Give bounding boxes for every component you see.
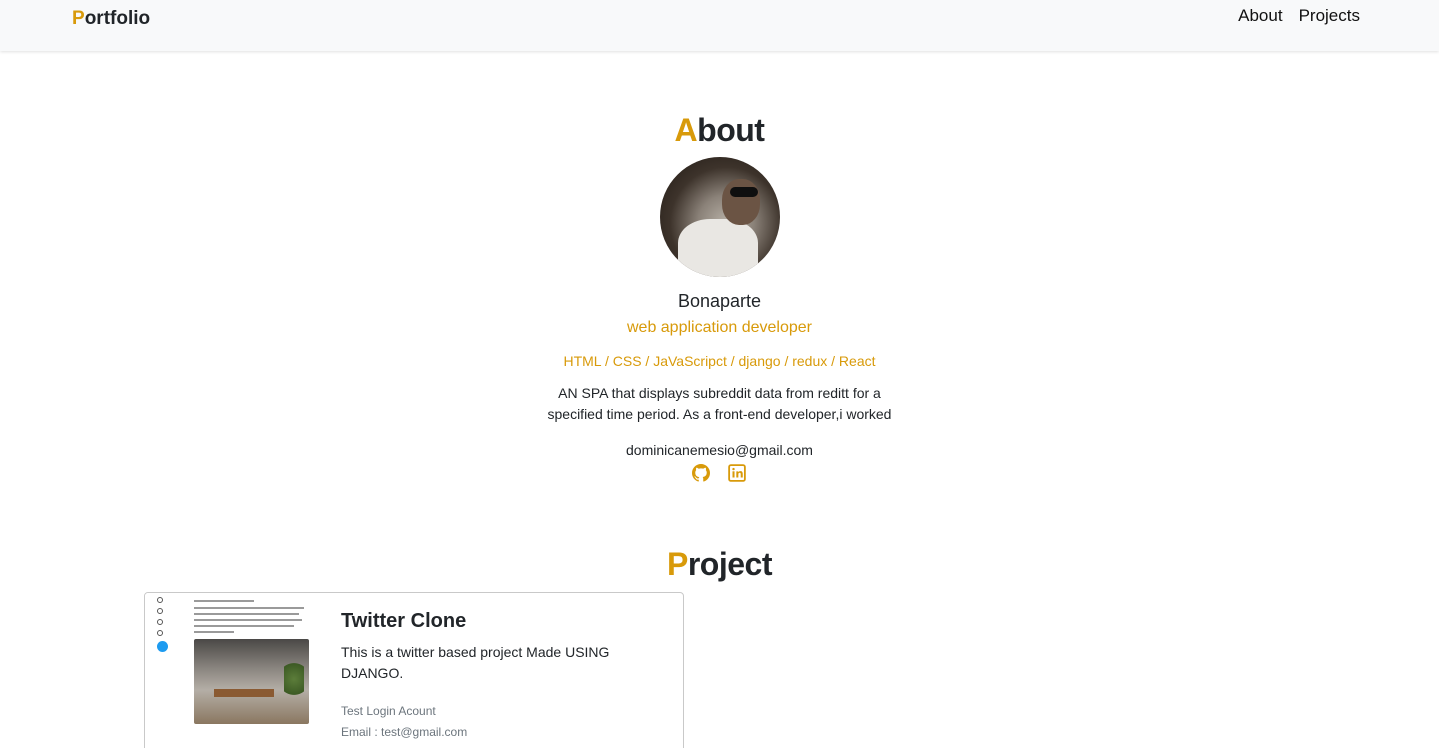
screenshot-profile-icon (157, 630, 163, 636)
screenshot-bell-icon (157, 619, 163, 625)
screenshot-text-line (194, 631, 234, 633)
brand-text: ortfolio (84, 8, 151, 29)
nav-link-projects[interactable]: Projects (1299, 6, 1360, 26)
screenshot-tweet-icon (157, 641, 168, 652)
screenshot-text-line (194, 625, 294, 627)
avatar-head (722, 179, 760, 225)
screenshot-photo (194, 639, 309, 724)
linkedin-link[interactable] (728, 464, 746, 482)
profile-description: AN SPA that displays subreddit data from… (547, 385, 892, 422)
about-heading: About (0, 112, 1439, 149)
project-screenshot (145, 593, 325, 748)
screenshot-home-icon (157, 597, 163, 603)
nav-links: About Projects (1238, 6, 1360, 26)
navbar: Portfolio About Projects (0, 0, 1439, 51)
screenshot-plant (284, 659, 304, 699)
profile-email: dominicanemesio@gmail.com (626, 442, 813, 458)
about-heading-initial: A (674, 112, 698, 148)
nav-link-about[interactable]: About (1238, 6, 1282, 26)
project-login-email: Email : test@gmail.com (341, 725, 468, 739)
profile-role: web application developer (626, 319, 812, 336)
screenshot-table (214, 689, 274, 697)
github-icon (692, 464, 710, 482)
avatar-sunglasses (730, 187, 758, 197)
project-description: This is a twitter based project Made USI… (341, 644, 610, 681)
avatar (660, 157, 780, 277)
projects-heading-initial: P (667, 546, 688, 582)
linkedin-icon (728, 464, 746, 482)
profile-skills: HTML / CSS / JaVaScripct / django / redu… (563, 353, 876, 369)
avatar-shirt (678, 219, 758, 277)
about-heading-text: bout (697, 112, 765, 148)
screenshot-text-line (194, 607, 304, 609)
projects-heading: Project (0, 546, 1439, 583)
projects-heading-text: roject (687, 546, 773, 582)
screenshot-sidebar (157, 597, 169, 657)
project-title: Twitter Clone (341, 610, 467, 632)
brand-initial: P (72, 8, 85, 29)
brand-logo[interactable]: Portfolio (72, 8, 150, 30)
profile-name: Bonaparte (677, 291, 762, 311)
screenshot-text-line (194, 613, 299, 615)
project-card[interactable]: Twitter Clone This is a twitter based pr… (144, 592, 684, 748)
screenshot-text-line (194, 619, 302, 621)
screenshot-search-icon (157, 608, 163, 614)
github-link[interactable] (692, 464, 710, 482)
screenshot-text-line (194, 600, 254, 602)
project-login-label: Test Login Acount (341, 704, 436, 718)
social-links (692, 464, 746, 482)
